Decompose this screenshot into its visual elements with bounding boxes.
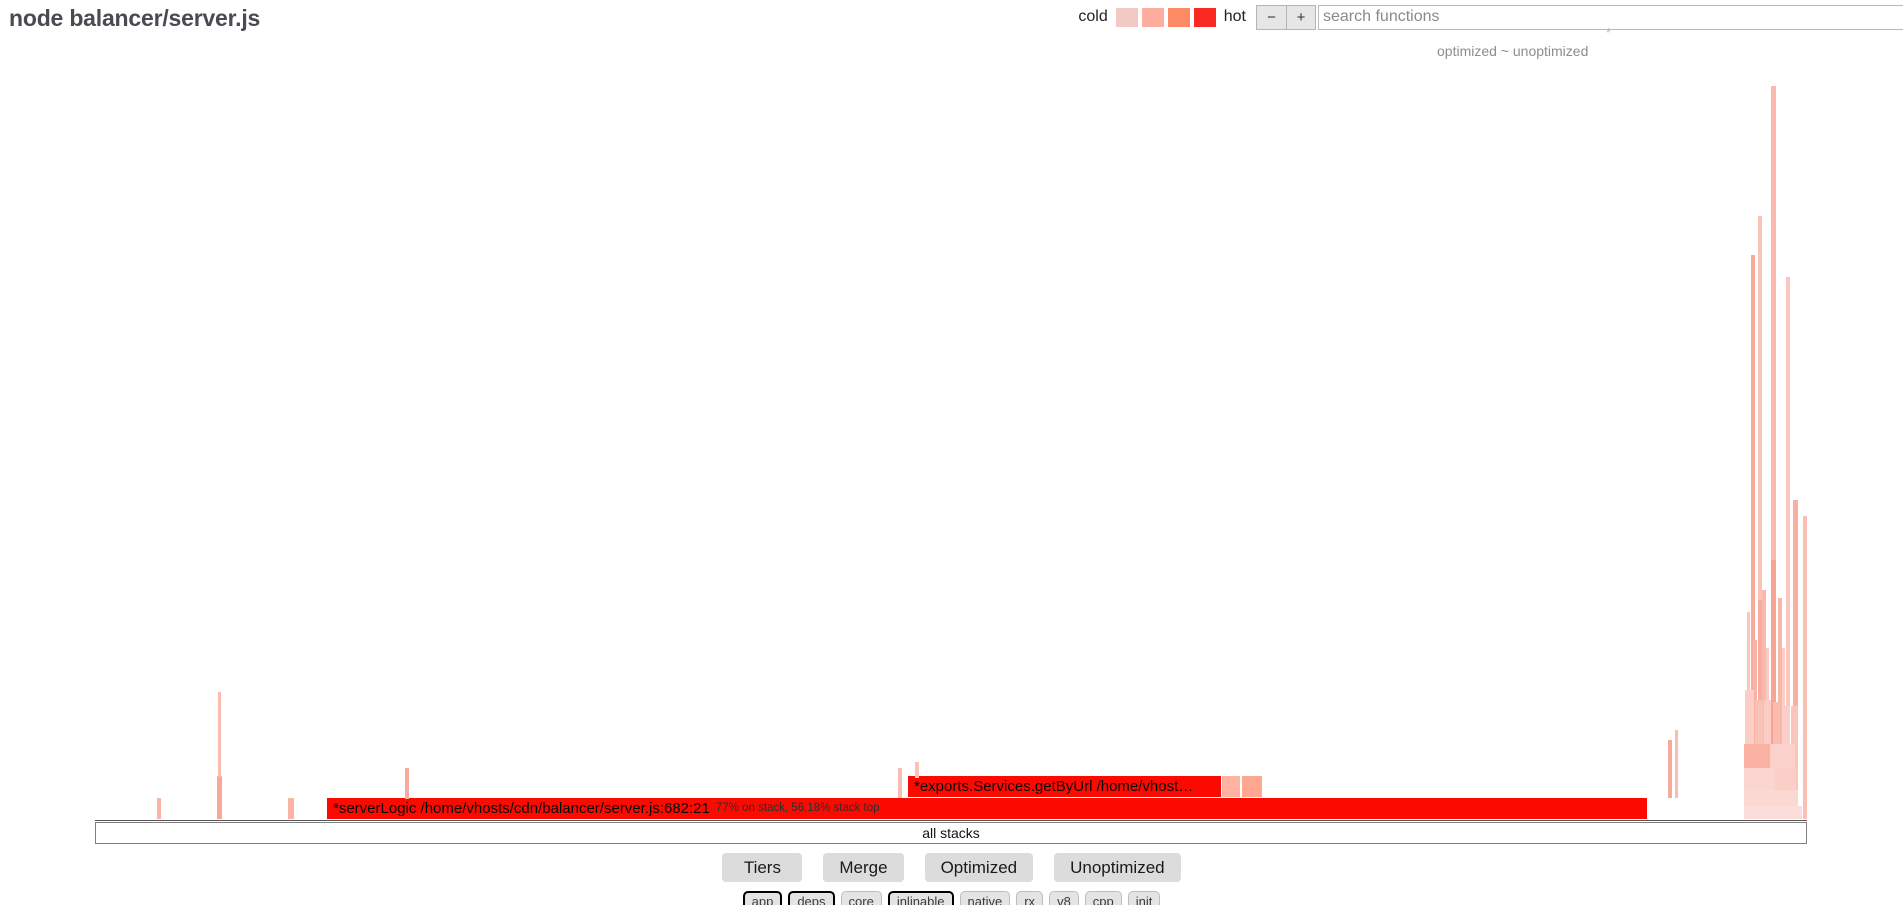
- heat-swatch-cool: [1141, 7, 1164, 27]
- pill-cpp[interactable]: cpp: [1084, 891, 1122, 905]
- flamegraph-baseline: [95, 820, 1807, 821]
- root-frame-all-stacks[interactable]: all stacks: [95, 822, 1807, 844]
- left-spike-2-tail[interactable]: [218, 692, 221, 777]
- merge-button[interactable]: Merge: [823, 853, 904, 882]
- cold-label: cold: [1078, 8, 1108, 25]
- pill-init[interactable]: init: [1127, 891, 1161, 905]
- tower-f[interactable]: [1803, 516, 1807, 819]
- pill-inlinable[interactable]: inlinable: [887, 891, 954, 905]
- mid-spike-1[interactable]: [915, 762, 919, 778]
- sibling-frame-a[interactable]: [1222, 776, 1240, 797]
- tier-button-group: Tiers Merge Optimized Unoptimized: [0, 853, 1903, 882]
- pill-native[interactable]: native: [959, 891, 1011, 905]
- pill-rx[interactable]: rx: [1016, 891, 1044, 905]
- pill-v8[interactable]: v8: [1049, 891, 1079, 905]
- getByUrl-frame[interactable]: *exports.Services.getByUrl /home/vhost…: [908, 776, 1221, 797]
- heat-scale-legend: [1115, 7, 1216, 27]
- optimized-button[interactable]: Optimized: [924, 853, 1034, 882]
- root-frame-label: all stacks: [922, 825, 980, 841]
- heat-swatch-hottest: [1193, 7, 1216, 27]
- getByUrl-frame-label: *exports.Services.getByUrl /home/vhost…: [914, 778, 1194, 795]
- left-spike-2[interactable]: [217, 776, 222, 819]
- type-pill-group: app deps core inlinable native rx v8 cpp init: [0, 891, 1903, 905]
- zoom-out-button[interactable]: −: [1256, 4, 1286, 30]
- left-spike-3[interactable]: [288, 798, 294, 819]
- sibling-frame-b[interactable]: [1242, 776, 1262, 797]
- flamegraph-frames: *serverLogic /home/vhosts/cdn/balancer/s…: [0, 60, 1903, 822]
- cluster-frame-18[interactable]: [1744, 806, 1802, 819]
- right-spike-2[interactable]: [1675, 730, 1678, 798]
- heat-swatch-warm: [1167, 7, 1190, 27]
- tiers-button[interactable]: Tiers: [722, 853, 803, 882]
- left-spike-4[interactable]: [405, 768, 409, 799]
- pill-deps[interactable]: deps: [788, 891, 835, 905]
- pill-core[interactable]: core: [840, 891, 882, 905]
- hot-label: hot: [1223, 8, 1246, 25]
- serverLogic-frame[interactable]: *serverLogic /home/vhosts/cdn/balancer/s…: [327, 798, 1647, 819]
- heat-swatch-coldest: [1115, 7, 1138, 27]
- right-spike-1[interactable]: [1668, 740, 1672, 798]
- serverLogic-frame-label: *serverLogic /home/vhosts/cdn/balancer/s…: [333, 800, 710, 817]
- serverLogic-frame-stats: 77% on stack, 56.18% stack top: [715, 802, 880, 814]
- tier-asterisk-marker: *: [1606, 25, 1612, 40]
- control-bar: cold hot − +: [1078, 4, 1903, 30]
- unoptimized-button[interactable]: Unoptimized: [1054, 853, 1181, 882]
- zoom-in-button[interactable]: +: [1286, 4, 1316, 30]
- flamegraph-app: node balancer/server.js cold hot − + * o…: [0, 0, 1903, 905]
- mid-spike-2[interactable]: [898, 768, 902, 798]
- left-spike-1[interactable]: [157, 798, 161, 819]
- page-title: node balancer/server.js: [9, 5, 261, 31]
- optimized-legend: optimized ~ unoptimized: [1437, 43, 1589, 59]
- flamegraph-canvas[interactable]: *serverLogic /home/vhosts/cdn/balancer/s…: [0, 60, 1903, 822]
- pill-app[interactable]: app: [742, 891, 783, 905]
